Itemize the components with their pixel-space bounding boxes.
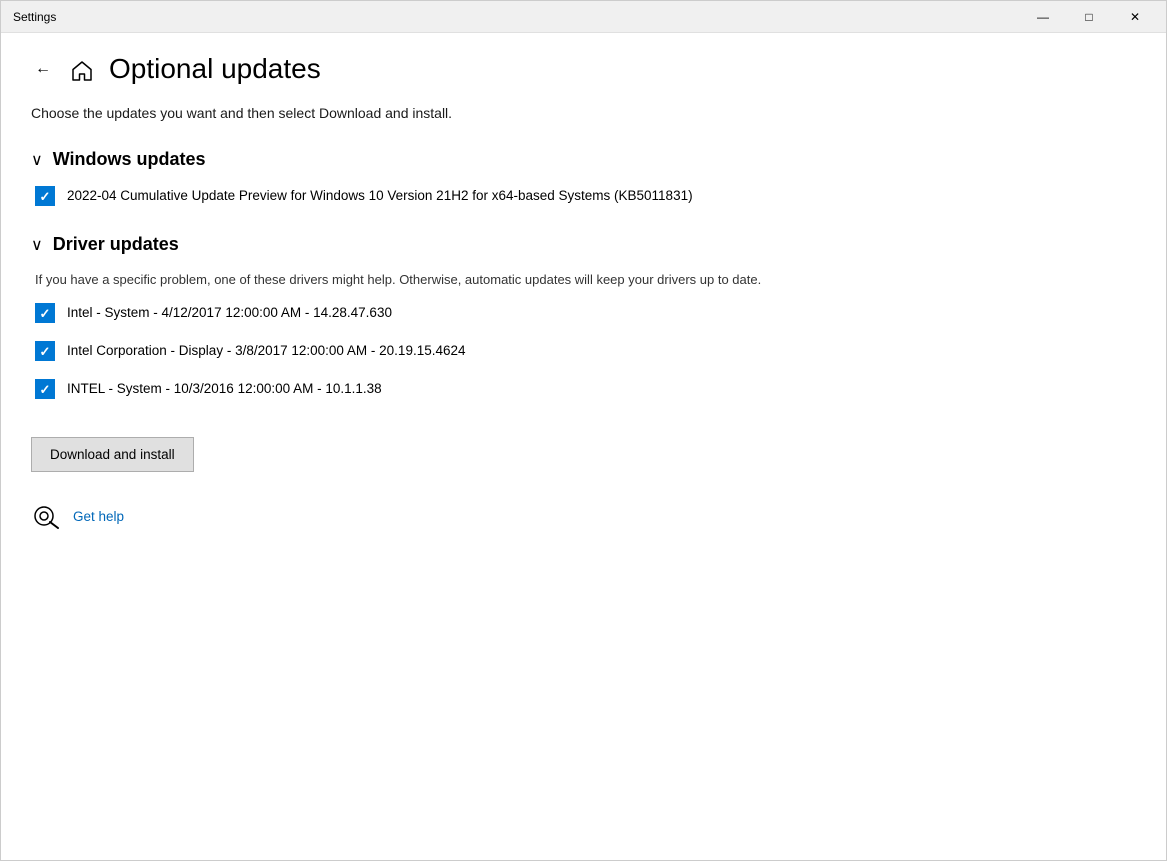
content-area: ← Optional updates Choose the updates yo… [1, 33, 1166, 860]
driver-updates-section: ∨ Driver updates If you have a specific … [31, 234, 1136, 399]
settings-window: Settings — □ ✕ ← Optional updates Choose… [0, 0, 1167, 861]
back-arrow-icon: ← [35, 60, 51, 78]
windows-updates-chevron[interactable]: ∨ [31, 150, 43, 170]
driver-updates-chevron[interactable]: ∨ [31, 235, 43, 255]
page-header: ← Optional updates [31, 53, 1136, 85]
driver-update-label-3: INTEL - System - 10/3/2016 12:00:00 AM -… [67, 380, 382, 398]
page-title: Optional updates [109, 53, 321, 85]
download-install-button[interactable]: Download and install [31, 437, 194, 472]
title-bar-controls: — □ ✕ [1020, 1, 1158, 33]
driver-updates-title: Driver updates [53, 234, 179, 255]
windows-updates-section: ∨ Windows updates ✓ 2022-04 Cumulative U… [31, 149, 1136, 206]
minimize-button[interactable]: — [1020, 1, 1066, 33]
maximize-button[interactable]: □ [1066, 1, 1112, 33]
page-subtitle: Choose the updates you want and then sel… [31, 105, 1136, 121]
driver-update-label-2: Intel Corporation - Display - 3/8/2017 1… [67, 342, 466, 360]
title-bar: Settings — □ ✕ [1, 1, 1166, 33]
driver-updates-header: ∨ Driver updates [31, 234, 1136, 255]
back-button[interactable]: ← [31, 56, 55, 82]
driver-update-checkbox-2[interactable]: ✓ [35, 341, 55, 361]
driver-updates-description: If you have a specific problem, one of t… [35, 271, 1136, 289]
checkmark-icon: ✓ [40, 190, 51, 203]
list-item: ✓ INTEL - System - 10/3/2016 12:00:00 AM… [35, 379, 1136, 399]
list-item: ✓ 2022-04 Cumulative Update Preview for … [35, 186, 1136, 206]
window-title: Settings [13, 10, 56, 24]
help-icon [31, 500, 63, 532]
windows-updates-header: ∨ Windows updates [31, 149, 1136, 170]
get-help-link[interactable]: Get help [73, 509, 124, 524]
windows-update-label-1: 2022-04 Cumulative Update Preview for Wi… [67, 187, 693, 205]
home-icon [71, 60, 93, 82]
windows-updates-title: Windows updates [53, 149, 206, 170]
driver-update-checkbox-1[interactable]: ✓ [35, 303, 55, 323]
driver-update-checkbox-3[interactable]: ✓ [35, 379, 55, 399]
windows-update-checkbox-1[interactable]: ✓ [35, 186, 55, 206]
checkmark-icon: ✓ [40, 307, 51, 320]
close-button[interactable]: ✕ [1112, 1, 1158, 33]
get-help-row: Get help [31, 500, 1136, 532]
list-item: ✓ Intel - System - 4/12/2017 12:00:00 AM… [35, 303, 1136, 323]
checkmark-icon: ✓ [40, 383, 51, 396]
list-item: ✓ Intel Corporation - Display - 3/8/2017… [35, 341, 1136, 361]
title-bar-left: Settings [13, 10, 56, 24]
driver-update-label-1: Intel - System - 4/12/2017 12:00:00 AM -… [67, 304, 392, 322]
checkmark-icon: ✓ [40, 345, 51, 358]
